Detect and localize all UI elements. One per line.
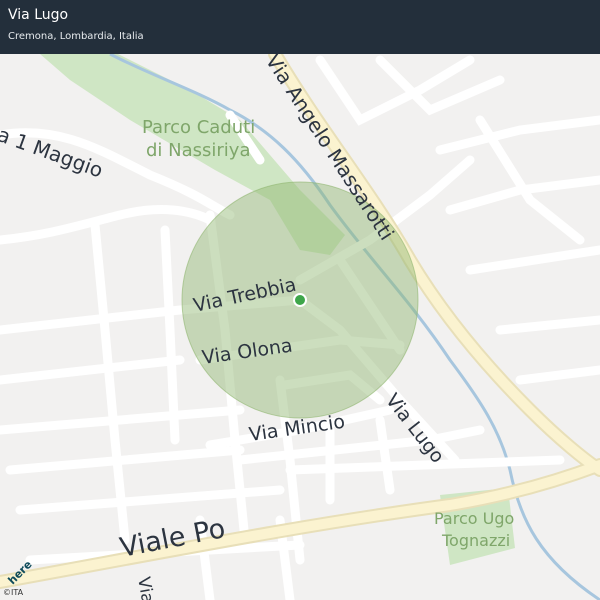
park-label-nassiriya-1: Parco Caduti	[142, 117, 255, 138]
park-label-tognazzi-1: Parco Ugo	[434, 509, 514, 528]
park-label-tognazzi-2: Tognazzi	[441, 531, 510, 550]
location-title: Via Lugo	[8, 7, 69, 23]
map-copyright: ©ITA	[3, 588, 24, 597]
location-dot-icon[interactable]	[293, 293, 307, 307]
street-label-partial: Via	[133, 575, 157, 600]
location-header: Via Lugo Cremona, Lombardia, Italia	[0, 0, 600, 54]
location-subtitle: Cremona, Lombardia, Italia	[8, 31, 144, 42]
park-label-nassiriya-2: di Nassiriya	[146, 140, 250, 161]
map-canvas[interactable]: a 1 Maggio Via Angelo Massarotti Via Tre…	[0, 0, 600, 600]
